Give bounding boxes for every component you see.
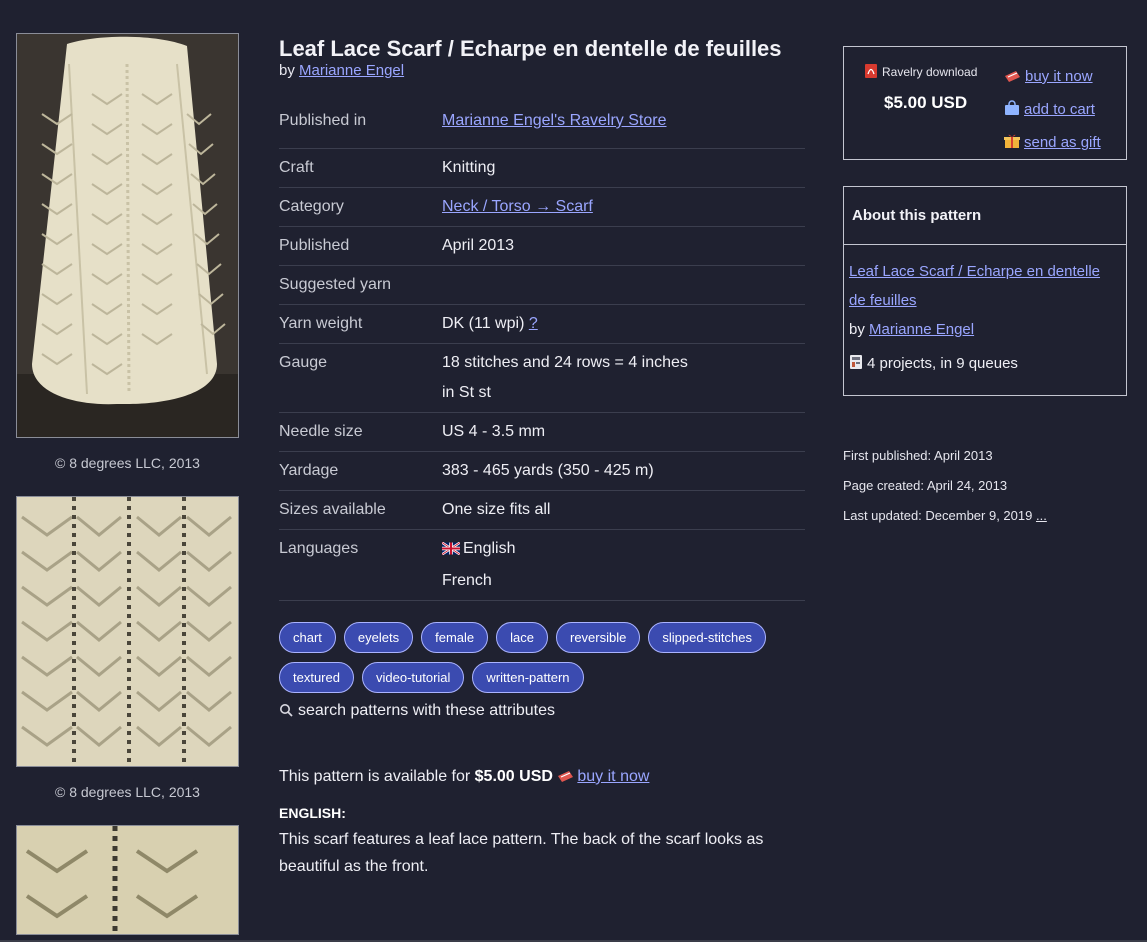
tag-video-tutorial[interactable]: video-tutorial [361, 662, 465, 693]
detail-label: Gauge [279, 343, 442, 413]
detail-value: April 2013 [442, 226, 805, 266]
availability-price: $5.00 USD [474, 768, 553, 785]
detail-value-line2: French [442, 572, 492, 589]
buy-it-now-link[interactable]: buy it now [577, 768, 649, 785]
by-prefix: by [279, 62, 295, 79]
photo-caption: © 8 degrees LLC, 2013 [55, 455, 200, 471]
detail-row-published-in: Published in Marianne Engel's Ravelry St… [279, 97, 805, 149]
buy-it-now-link[interactable]: buy it now [1025, 68, 1093, 85]
detail-value: DK (11 wpi) [442, 315, 525, 332]
detail-row-languages: Languages English French [279, 529, 805, 601]
detail-value-line2: in St st [442, 384, 491, 401]
detail-value: English [463, 540, 516, 557]
detail-row-yardage: Yardage 383 - 465 yards (350 - 425 m) [279, 451, 805, 491]
description-text: This scarf features a leaf lace pattern.… [279, 831, 764, 875]
availability-line: This pattern is available for $5.00 USD … [279, 768, 805, 788]
detail-row-suggested-yarn: Suggested yarn [279, 265, 805, 305]
tag-chart[interactable]: chart [279, 622, 336, 653]
tag-lace[interactable]: lace [496, 622, 548, 653]
add-to-cart-link[interactable]: add to cart [1024, 101, 1095, 118]
search-attributes-link[interactable]: search patterns with these attributes [279, 702, 805, 722]
pattern-main: Leaf Lace Scarf / Echarpe en dentelle de… [279, 36, 805, 880]
about-heading: About this pattern [844, 187, 1126, 245]
projects-icon [849, 351, 863, 380]
detail-row-sizes: Sizes available One size fits all [279, 490, 805, 530]
ravelry-download: Ravelry download [865, 64, 977, 81]
history-more-link[interactable]: ... [1036, 508, 1047, 523]
attribute-tags: chart eyelets female lace reversible sli… [279, 622, 805, 693]
detail-label: Languages [279, 529, 442, 601]
detail-label: Category [279, 187, 442, 227]
about-designer-link[interactable]: Marianne Engel [869, 321, 974, 338]
detail-label: Craft [279, 148, 442, 188]
uk-flag-icon [441, 540, 461, 562]
detail-value [442, 265, 805, 305]
shopping-bag-icon [1004, 96, 1020, 127]
about-pattern-box: About this pattern Leaf Lace Scarf / Ech… [843, 186, 1127, 396]
ravelry-download-label: Ravelry download [882, 65, 978, 79]
category-link[interactable]: Neck / Torso → Scarf [442, 198, 593, 215]
availability-prefix: This pattern is available for [279, 768, 471, 785]
projects-count: 4 projects, in 9 queues [867, 355, 1018, 372]
about-pattern-link[interactable]: Leaf Lace Scarf / Echarpe en dentelle de… [849, 263, 1100, 309]
first-published: First published: April 2013 [843, 448, 993, 463]
description-heading: ENGLISH: [279, 805, 346, 821]
page-metadata: First published: April 2013 Page created… [843, 441, 1047, 531]
pattern-title: Leaf Lace Scarf / Echarpe en dentelle de… [279, 36, 782, 61]
tag-reversible[interactable]: reversible [556, 622, 641, 653]
photo-caption: © 8 degrees LLC, 2013 [55, 784, 200, 800]
photo-column: © 8 degrees LLC, 2013 © 8 degrees LLC, 2… [16, 33, 239, 935]
purchase-actions: buy it now add to cart send as gift [1004, 61, 1101, 160]
detail-label: Yarn weight [279, 304, 442, 344]
magnifier-icon [279, 703, 293, 722]
detail-value: US 4 - 3.5 mm [442, 412, 805, 452]
pattern-details-table: Published in Marianne Engel's Ravelry St… [279, 97, 805, 601]
pdf-icon [865, 64, 877, 81]
purchase-box: Ravelry download $5.00 USD buy it now ad… [843, 46, 1127, 160]
purchase-price: $5.00 USD [884, 93, 968, 112]
scarf-photo-detail[interactable] [16, 496, 239, 767]
detail-value: 18 stitches and 24 rows = 4 inches [442, 354, 688, 371]
detail-label: Needle size [279, 412, 442, 452]
store-link[interactable]: Marianne Engel's Ravelry Store [442, 112, 667, 129]
detail-row-needle-size: Needle size US 4 - 3.5 mm [279, 412, 805, 452]
tag-textured[interactable]: textured [279, 662, 354, 693]
ticket-icon [1004, 63, 1021, 94]
ticket-icon [557, 770, 574, 788]
last-updated: Last updated: December 9, 2019 [843, 508, 1033, 523]
detail-row-published: Published April 2013 [279, 226, 805, 266]
byline: by Marianne Engel [279, 62, 805, 79]
detail-value: 383 - 465 yards (350 - 425 m) [442, 451, 805, 491]
about-body: Leaf Lace Scarf / Echarpe en dentelle de… [844, 245, 1126, 380]
page-created: Page created: April 24, 2013 [843, 478, 1008, 493]
detail-row-gauge: Gauge 18 stitches and 24 rows = 4 inches… [279, 343, 805, 413]
detail-label: Sizes available [279, 490, 442, 530]
gift-icon [1004, 129, 1020, 160]
detail-row-yarn-weight: Yarn weight DK (11 wpi) ? [279, 304, 805, 344]
detail-label: Yardage [279, 451, 442, 491]
about-by-prefix: by [849, 321, 865, 338]
search-attributes-label: search patterns with these attributes [298, 702, 556, 719]
detail-label: Published [279, 226, 442, 266]
designer-link[interactable]: Marianne Engel [299, 62, 404, 79]
tag-female[interactable]: female [421, 622, 489, 653]
projects-stat: 4 projects, in 9 queues [849, 349, 1120, 380]
detail-label: Published in [279, 97, 442, 149]
tag-written-pattern[interactable]: written-pattern [472, 662, 584, 693]
detail-label: Suggested yarn [279, 265, 442, 305]
tag-slipped-stitches[interactable]: slipped-stitches [648, 622, 766, 653]
scarf-photo-closeup[interactable] [16, 825, 239, 935]
detail-row-category: Category Neck / Torso → Scarf [279, 187, 805, 227]
send-as-gift-link[interactable]: send as gift [1024, 134, 1101, 151]
detail-value: Knitting [442, 148, 805, 188]
detail-row-craft: Craft Knitting [279, 148, 805, 188]
scarf-photo-full[interactable] [16, 33, 239, 438]
yarn-weight-help-link[interactable]: ? [529, 315, 538, 332]
tag-eyelets[interactable]: eyelets [343, 622, 414, 653]
detail-value: One size fits all [442, 490, 805, 530]
